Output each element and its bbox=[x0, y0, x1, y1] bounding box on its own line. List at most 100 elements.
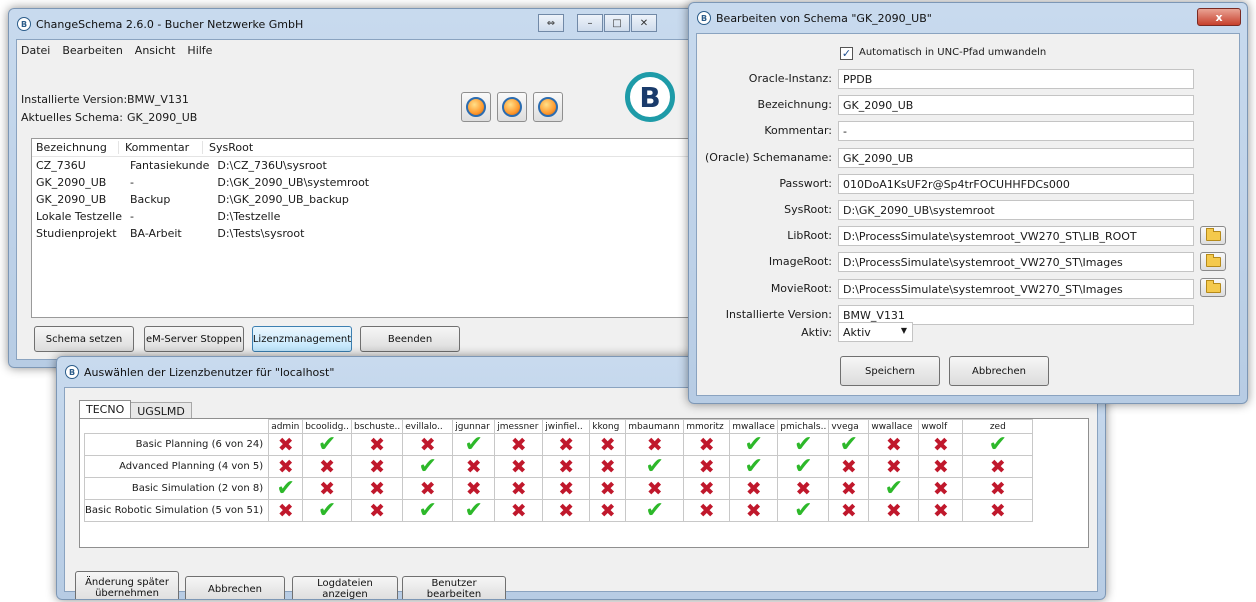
license-grid[interactable]: admin bcoolidg.. bschuste.. evillalo.. jgunn… bbox=[83, 419, 1034, 522]
close-button[interactable]: ✕ bbox=[631, 14, 657, 32]
license-unassigned-cell[interactable]: ✖ bbox=[828, 477, 870, 500]
passwort-field[interactable]: 010DoA1KsUF2r@Sp4trFOCUHHFDCs000 bbox=[838, 173, 1194, 194]
license-unassigned-cell[interactable]: ✖ bbox=[351, 455, 404, 478]
menu-hilfe[interactable]: Hilfe bbox=[187, 44, 212, 57]
apply-later-button[interactable]: Änderung später übernehmen bbox=[75, 571, 179, 599]
menu-datei[interactable]: Datei bbox=[21, 44, 50, 57]
license-unassigned-cell[interactable]: ✖ bbox=[918, 477, 964, 500]
schema-list[interactable]: Bezeichnung Kommentar SysRoot CZ_736U Fan… bbox=[31, 138, 696, 318]
license-unassigned-cell[interactable]: ✖ bbox=[683, 499, 731, 522]
license-assigned-cell[interactable]: ✔ bbox=[625, 455, 685, 478]
license-unassigned-cell[interactable]: ✖ bbox=[868, 499, 920, 522]
license-assigned-cell[interactable]: ✔ bbox=[777, 433, 830, 456]
license-unassigned-cell[interactable]: ✖ bbox=[494, 499, 544, 522]
edit-cancel-button[interactable]: Abbrechen bbox=[949, 356, 1049, 386]
license-unassigned-cell[interactable]: ✖ bbox=[683, 477, 731, 500]
license-assigned-cell[interactable]: ✔ bbox=[302, 433, 353, 456]
license-unassigned-cell[interactable]: ✖ bbox=[589, 477, 627, 500]
license-cancel-button[interactable]: Abbrechen bbox=[185, 576, 285, 599]
browse-movieroot-button[interactable] bbox=[1200, 278, 1226, 297]
license-assigned-cell[interactable]: ✔ bbox=[777, 455, 830, 478]
license-unassigned-cell[interactable]: ✖ bbox=[625, 477, 685, 500]
license-unassigned-cell[interactable]: ✖ bbox=[729, 477, 779, 500]
license-unassigned-cell[interactable]: ✖ bbox=[268, 499, 304, 522]
license-assigned-cell[interactable]: ✔ bbox=[402, 499, 454, 522]
quit-button[interactable]: Beenden bbox=[360, 326, 460, 352]
stop-server-button[interactable]: eM-Server Stoppen bbox=[144, 326, 244, 352]
license-unassigned-cell[interactable]: ✖ bbox=[402, 477, 454, 500]
license-unassigned-cell[interactable]: ✖ bbox=[268, 455, 304, 478]
bezeichnung-field[interactable]: GK_2090_UB bbox=[838, 95, 1194, 116]
license-unassigned-cell[interactable]: ✖ bbox=[402, 433, 454, 456]
license-assigned-cell[interactable]: ✔ bbox=[777, 499, 830, 522]
license-assigned-cell[interactable]: ✔ bbox=[402, 455, 454, 478]
license-unassigned-cell[interactable]: ✖ bbox=[302, 455, 353, 478]
oracle-instance-field[interactable]: PPDB bbox=[838, 69, 1194, 89]
license-unassigned-cell[interactable]: ✖ bbox=[494, 455, 544, 478]
license-unassigned-cell[interactable]: ✖ bbox=[828, 455, 870, 478]
license-unassigned-cell[interactable]: ✖ bbox=[542, 433, 591, 456]
sysroot-field[interactable]: D:\GK_2090_UB\systemroot bbox=[838, 200, 1194, 220]
tab-tecno[interactable]: TECNO bbox=[79, 400, 132, 420]
license-assigned-cell[interactable]: ✔ bbox=[828, 433, 870, 456]
schema-row[interactable]: CZ_736U Fantasiekunde D:\CZ_736U\sysroot bbox=[32, 157, 695, 174]
show-logs-button[interactable]: Logdateien anzeigen bbox=[292, 576, 398, 599]
column-header-sysroot[interactable]: SysRoot bbox=[203, 141, 253, 154]
license-unassigned-cell[interactable]: ✖ bbox=[542, 477, 591, 500]
license-unassigned-cell[interactable]: ✖ bbox=[351, 499, 404, 522]
license-unassigned-cell[interactable]: ✖ bbox=[918, 455, 964, 478]
license-unassigned-cell[interactable]: ✖ bbox=[868, 455, 920, 478]
browse-libroot-button[interactable] bbox=[1200, 226, 1226, 245]
license-unassigned-cell[interactable]: ✖ bbox=[452, 455, 496, 478]
license-unassigned-cell[interactable]: ✖ bbox=[683, 433, 731, 456]
schema-row[interactable]: GK_2090_UB - D:\GK_2090_UB\systemroot bbox=[32, 174, 695, 191]
column-header-bezeichnung[interactable]: Bezeichnung bbox=[32, 141, 119, 154]
license-assigned-cell[interactable]: ✔ bbox=[729, 433, 779, 456]
close-button[interactable]: x bbox=[1197, 8, 1241, 26]
license-assigned-cell[interactable]: ✔ bbox=[868, 477, 920, 500]
restore-icon[interactable]: ⇔ bbox=[538, 14, 564, 32]
license-unassigned-cell[interactable]: ✖ bbox=[962, 477, 1034, 500]
license-unassigned-cell[interactable]: ✖ bbox=[452, 477, 496, 500]
license-unassigned-cell[interactable]: ✖ bbox=[918, 433, 964, 456]
license-unassigned-cell[interactable]: ✖ bbox=[542, 499, 591, 522]
license-unassigned-cell[interactable]: ✖ bbox=[494, 433, 544, 456]
menu-bearbeiten[interactable]: Bearbeiten bbox=[62, 44, 122, 57]
imageroot-field[interactable]: D:\ProcessSimulate\systemroot_VW270_ST\I… bbox=[838, 252, 1194, 273]
tool-button-1[interactable] bbox=[461, 92, 491, 122]
license-unassigned-cell[interactable]: ✖ bbox=[828, 499, 870, 522]
tool-button-3[interactable] bbox=[533, 92, 563, 122]
edit-users-button[interactable]: Benutzer bearbeiten bbox=[402, 576, 506, 599]
license-assigned-cell[interactable]: ✔ bbox=[962, 433, 1034, 456]
unc-checkbox[interactable]: ✓ bbox=[840, 47, 853, 60]
license-assigned-cell[interactable]: ✔ bbox=[729, 455, 779, 478]
set-schema-button[interactable]: Schema setzen bbox=[34, 326, 134, 352]
license-unassigned-cell[interactable]: ✖ bbox=[589, 499, 627, 522]
license-unassigned-cell[interactable]: ✖ bbox=[777, 477, 830, 500]
libroot-field[interactable]: D:\ProcessSimulate\systemroot_VW270_ST\L… bbox=[838, 226, 1194, 247]
license-unassigned-cell[interactable]: ✖ bbox=[589, 455, 627, 478]
active-select[interactable]: Aktiv ▼ bbox=[838, 322, 913, 342]
license-unassigned-cell[interactable]: ✖ bbox=[683, 455, 731, 478]
schema-row[interactable]: Studienprojekt BA-Arbeit D:\Tests\sysroot bbox=[32, 225, 695, 242]
license-unassigned-cell[interactable]: ✖ bbox=[351, 477, 404, 500]
license-unassigned-cell[interactable]: ✖ bbox=[625, 433, 685, 456]
license-unassigned-cell[interactable]: ✖ bbox=[868, 433, 920, 456]
column-header-kommentar[interactable]: Kommentar bbox=[119, 141, 203, 154]
schema-row[interactable]: Lokale Testzelle - D:\Testzelle bbox=[32, 208, 695, 225]
license-unassigned-cell[interactable]: ✖ bbox=[351, 433, 404, 456]
kommentar-field[interactable]: - bbox=[838, 121, 1194, 142]
license-unassigned-cell[interactable]: ✖ bbox=[918, 499, 964, 522]
edit-titlebar[interactable]: B Bearbeiten von Schema "GK_2090_UB" x bbox=[689, 3, 1247, 33]
license-assigned-cell[interactable]: ✔ bbox=[452, 499, 496, 522]
license-management-button[interactable]: Lizenzmanagement bbox=[252, 326, 352, 352]
movieroot-field[interactable]: D:\ProcessSimulate\systemroot_VW270_ST\I… bbox=[838, 278, 1194, 299]
license-assigned-cell[interactable]: ✔ bbox=[302, 499, 353, 522]
maximize-button[interactable]: □ bbox=[604, 14, 630, 32]
license-unassigned-cell[interactable]: ✖ bbox=[542, 455, 591, 478]
license-unassigned-cell[interactable]: ✖ bbox=[494, 477, 544, 500]
menu-ansicht[interactable]: Ansicht bbox=[135, 44, 176, 57]
license-unassigned-cell[interactable]: ✖ bbox=[962, 499, 1034, 522]
schema-row[interactable]: GK_2090_UB Backup D:\GK_2090_UB_backup bbox=[32, 191, 695, 208]
save-button[interactable]: Speichern bbox=[840, 356, 940, 386]
